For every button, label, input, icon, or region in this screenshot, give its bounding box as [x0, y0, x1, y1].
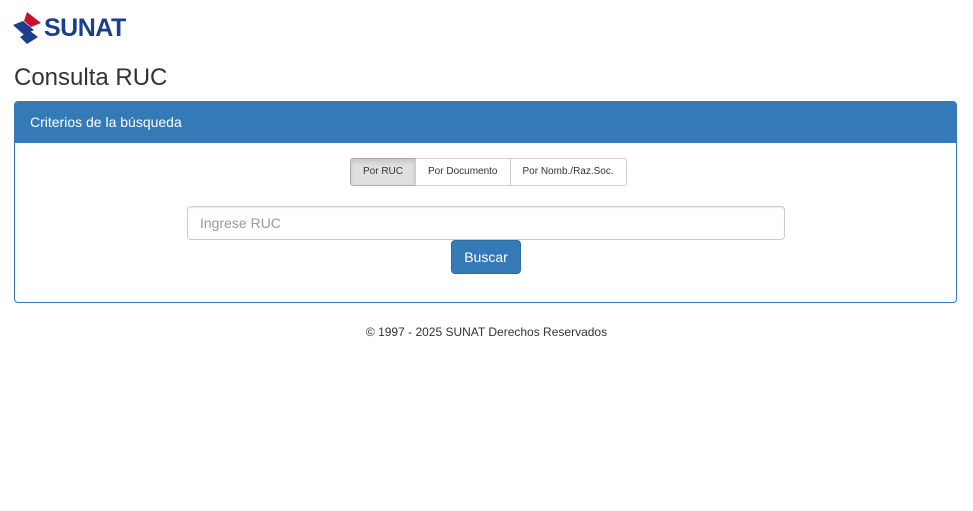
tab-por-documento[interactable]: Por Documento	[415, 158, 511, 186]
logo-text: SUNAT	[44, 13, 126, 42]
page-title: Consulta RUC	[14, 64, 168, 91]
search-type-tabs: Por RUC Por Documento Por Nomb./Raz.Soc.	[350, 158, 627, 186]
panel-heading: Criterios de la búsqueda	[15, 102, 956, 143]
tab-por-ruc[interactable]: Por RUC	[350, 158, 417, 186]
tab-por-nombre-razon-social[interactable]: Por Nomb./Raz.Soc.	[509, 158, 627, 186]
search-criteria-panel: Criterios de la búsqueda Por RUC Por Doc…	[14, 101, 957, 303]
footer-copyright: © 1997 - 2025 SUNAT Derechos Reservados	[365, 325, 608, 339]
sunat-emblem-icon	[13, 12, 41, 44]
ruc-input[interactable]	[187, 206, 785, 240]
sunat-logo[interactable]: SUNAT	[12, 10, 126, 46]
search-button[interactable]: Buscar	[451, 240, 521, 274]
